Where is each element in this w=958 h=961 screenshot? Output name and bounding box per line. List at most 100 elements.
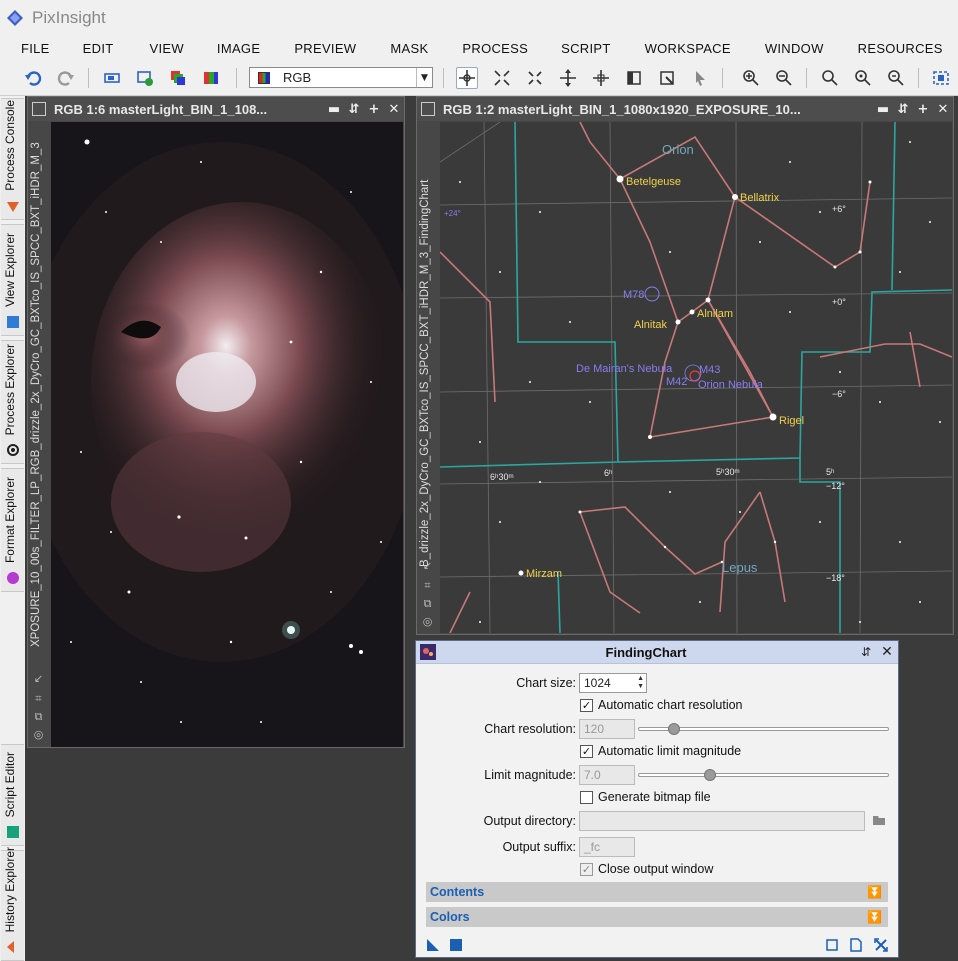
auto-resolution-checkbox[interactable]: ✓	[580, 699, 593, 712]
window-icon	[421, 102, 435, 116]
pixinsight-logo-icon	[7, 10, 23, 26]
image-info-icon[interactable]	[101, 67, 123, 89]
menu-resources[interactable]: RESOURCES	[858, 41, 943, 56]
target-icon[interactable]: ◎	[32, 728, 45, 741]
label-m43: M43	[699, 364, 720, 376]
menu-preview[interactable]: PREVIEW	[294, 41, 356, 56]
target-icon[interactable]: ◎	[421, 615, 434, 628]
tab-process-console[interactable]: Process Console	[1, 98, 24, 220]
tab-format-explorer[interactable]: Format Explorer	[1, 468, 24, 592]
pan-mode-icon[interactable]	[557, 67, 579, 89]
tab-script-editor[interactable]: Script Editor	[1, 744, 24, 846]
label-dec-p6: +6°	[832, 204, 846, 214]
readout-mode-icon[interactable]	[456, 67, 478, 89]
fit-view-icon[interactable]	[524, 67, 546, 89]
section-colors[interactable]: Colors ⏬	[426, 907, 888, 927]
tab-history-explorer[interactable]: History Explorer	[1, 847, 24, 961]
preview-icon[interactable]: ⌗	[32, 692, 45, 705]
document-icon[interactable]	[850, 938, 862, 952]
menu-file[interactable]: FILE	[21, 41, 50, 56]
zoom-in-icon[interactable]	[740, 67, 762, 89]
limit-magnitude-slider[interactable]	[638, 769, 889, 781]
undo-icon[interactable]	[22, 67, 44, 89]
new-image-icon[interactable]	[134, 67, 156, 89]
center-icon[interactable]	[590, 67, 612, 89]
nebula-image	[51, 122, 403, 747]
preview-icon[interactable]: ⌗	[421, 579, 434, 592]
apply-global-icon[interactable]	[450, 939, 462, 951]
app-title: PixInsight	[32, 8, 106, 27]
zoom-1-1-icon[interactable]	[819, 67, 841, 89]
browse-documentation-icon[interactable]	[826, 939, 838, 951]
dialog-header: FindingChart ⇵ ✕	[416, 641, 898, 664]
shade-icon[interactable]: ⇵	[893, 102, 913, 117]
tab-view-explorer[interactable]: View Explorer	[1, 224, 24, 336]
tab-process-explorer[interactable]: Process Explorer	[1, 340, 24, 464]
maximize-icon[interactable]: +	[364, 102, 384, 117]
label-orion-nebula: Orion Nebula	[698, 379, 764, 391]
menu-edit[interactable]: EDIT	[83, 41, 114, 56]
label-mirzam: Mirzam	[526, 568, 562, 580]
edit-preview-icon[interactable]	[656, 67, 678, 89]
zoom-1-4-icon[interactable]	[885, 67, 907, 89]
label-lepus: Lepus	[722, 560, 758, 575]
label-orion: Orion	[662, 142, 694, 157]
limit-magnitude-field: 7.0	[579, 765, 635, 785]
folder-icon[interactable]	[872, 814, 886, 826]
menu-window[interactable]: WINDOW	[765, 41, 824, 56]
image-window-finding-chart[interactable]: RGB 1:2 masterLight_BIN_1_1080x1920_EXPO…	[416, 96, 954, 635]
slider-knob[interactable]	[704, 769, 716, 781]
copy-icon[interactable]: ⧉	[421, 597, 434, 610]
output-suffix-label: Output suffix:	[502, 840, 576, 854]
copy-icon[interactable]: ⧉	[32, 710, 45, 723]
shade-icon[interactable]: ⇵	[856, 645, 876, 659]
main-toolbar	[0, 60, 958, 96]
menu-image[interactable]: IMAGE	[217, 41, 260, 56]
fullscreen-icon[interactable]	[930, 67, 952, 89]
chevron-down-icon: ▼	[416, 68, 432, 87]
zoom-out-icon[interactable]	[773, 67, 795, 89]
menu-process[interactable]: PROCESS	[462, 41, 528, 56]
rgb-split-icon[interactable]	[167, 67, 189, 89]
section-contents[interactable]: Contents ⏬	[426, 882, 888, 902]
image-window-orion[interactable]: RGB 1:6 masterLight_BIN_1_108... ▬ ⇵ + ✕…	[27, 96, 405, 748]
chart-size-spinbox[interactable]: 1024 ▲ ▼	[579, 673, 647, 693]
zoom-to-fit-icon[interactable]	[491, 67, 513, 89]
generate-bitmap-label: Generate bitmap file	[598, 790, 711, 804]
finding-chart-image: Orion Lepus Betelgeuse Bellatrix M78 Aln…	[440, 122, 952, 633]
generate-bitmap-checkbox[interactable]	[580, 791, 593, 804]
rgb-combine-icon[interactable]	[200, 67, 222, 89]
mask-link-icon[interactable]: ↙	[421, 559, 434, 572]
chart-resolution-slider[interactable]	[638, 723, 889, 735]
reset-icon[interactable]	[874, 938, 888, 952]
close-icon[interactable]: ✕	[933, 102, 953, 117]
close-icon[interactable]: ✕	[384, 102, 404, 117]
label-m78: M78	[623, 289, 644, 301]
new-instance-icon[interactable]	[426, 938, 440, 952]
close-output-label: Close output window	[598, 862, 714, 876]
slider-knob[interactable]	[668, 723, 680, 735]
findingchart-dialog: FindingChart ⇵ ✕ Chart size: 1024 ▲ ▼ ✓ A…	[415, 640, 899, 958]
menu-view[interactable]: VIEW	[149, 41, 183, 56]
auto-limit-checkbox[interactable]: ✓	[580, 745, 593, 758]
minimize-icon[interactable]: ▬	[324, 102, 344, 117]
menu-workspace[interactable]: WORKSPACE	[645, 41, 731, 56]
left-dock: Process Console View Explorer Process Ex…	[0, 96, 25, 961]
menu-script[interactable]: SCRIPT	[561, 41, 610, 56]
close-icon[interactable]: ✕	[876, 644, 898, 660]
shade-icon[interactable]: ⇵	[344, 102, 364, 117]
maximize-icon[interactable]: +	[913, 102, 933, 117]
menu-mask[interactable]: MASK	[390, 41, 428, 56]
mask-link-icon[interactable]: ↙	[32, 672, 45, 685]
label-rigel: Rigel	[779, 415, 804, 427]
channel-select[interactable]: RGB ▼	[249, 67, 433, 88]
minimize-icon[interactable]: ▬	[873, 102, 893, 117]
app-titlebar: PixInsight	[0, 0, 958, 36]
redo-icon[interactable]	[55, 67, 77, 89]
window-icon	[32, 102, 46, 116]
pointer-icon[interactable]	[689, 67, 711, 89]
view-identifier: B_drizzle_2x_DyCro_GC_BXTco_IS_SPCC_BXT_…	[419, 179, 431, 567]
preview-mode-icon[interactable]	[623, 67, 645, 89]
spin-arrows-icon[interactable]: ▲ ▼	[637, 675, 644, 691]
zoom-1-2-icon[interactable]	[852, 67, 874, 89]
